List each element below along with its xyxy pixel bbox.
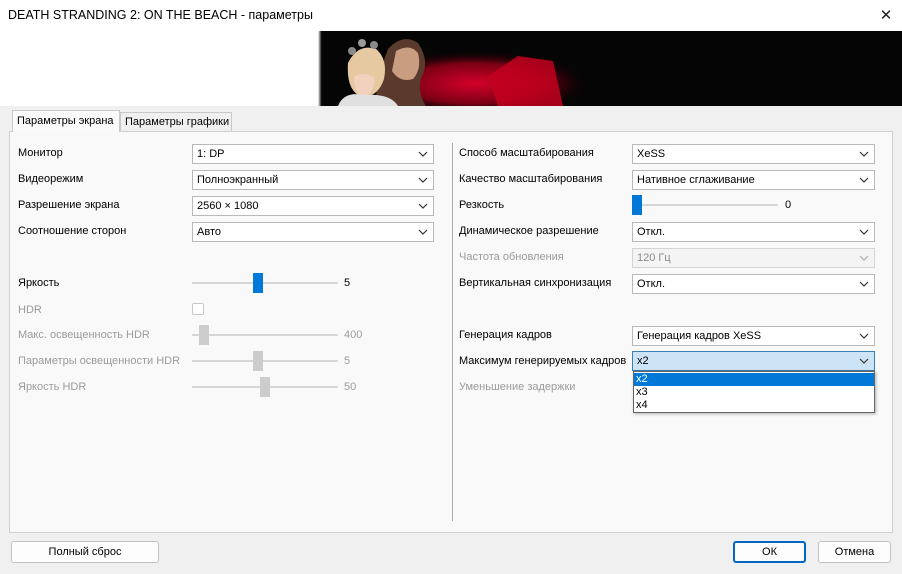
aspect-ratio-label: Соотношение сторон (18, 225, 127, 237)
hdr-label: HDR (18, 304, 42, 316)
column-divider (452, 143, 453, 521)
chevron-down-icon (418, 177, 428, 183)
chevron-down-icon (418, 229, 428, 235)
hdr-params-value: 5 (344, 355, 351, 367)
hdr-checkbox[interactable] (192, 303, 204, 315)
slider-track (192, 334, 338, 336)
upscale-quality-value: Нативное сглаживание (637, 174, 755, 186)
dropdown-option-x2[interactable]: x2 (634, 373, 874, 386)
monitor-select[interactable]: 1: DP (192, 144, 434, 164)
sharpness-label: Резкость (459, 199, 505, 211)
dynamic-resolution-value: Откл. (637, 226, 666, 238)
tab-graphics-settings[interactable]: Параметры графики (120, 112, 232, 131)
sharpness-slider[interactable] (632, 195, 778, 215)
hdr-params-slider[interactable] (192, 351, 338, 371)
tab-screen-settings[interactable]: Параметры экрана (12, 110, 120, 132)
vsync-select[interactable]: Откл. (632, 274, 875, 294)
hdr-brightness-value: 50 (344, 381, 357, 393)
chevron-down-icon (859, 281, 869, 287)
frame-generation-label: Генерация кадров (459, 329, 552, 341)
resolution-select[interactable]: 2560 × 1080 (192, 196, 434, 216)
sharpness-value: 0 (785, 199, 792, 211)
aspect-ratio-value: Авто (197, 226, 221, 238)
dropdown-option-x4[interactable]: x4 (634, 399, 874, 412)
slider-thumb[interactable] (632, 195, 642, 215)
aspect-ratio-select[interactable]: Авто (192, 222, 434, 242)
slider-thumb[interactable] (253, 273, 263, 293)
close-icon: ✕ (879, 7, 893, 24)
chevron-down-icon (418, 151, 428, 157)
chevron-down-icon (418, 203, 428, 209)
frame-generation-select[interactable]: Генерация кадров XeSS (632, 326, 875, 346)
slider-track (192, 282, 338, 284)
hdr-max-brightness-slider[interactable] (192, 325, 338, 345)
cancel-button[interactable]: Отмена (818, 541, 891, 563)
video-mode-label: Видеорежим (18, 173, 84, 185)
dynamic-resolution-label: Динамическое разрешение (459, 225, 599, 237)
resolution-value: 2560 × 1080 (197, 200, 259, 212)
hdr-brightness-slider[interactable] (192, 377, 338, 397)
hdr-max-brightness-value: 400 (344, 329, 363, 341)
upscale-method-select[interactable]: XeSS (632, 144, 875, 164)
chevron-down-icon (859, 255, 869, 261)
chevron-down-icon (859, 358, 869, 364)
ok-button[interactable]: ОК (733, 541, 806, 563)
vsync-value: Откл. (637, 278, 666, 290)
dropdown-option-x3[interactable]: x3 (634, 386, 874, 399)
hdr-max-brightness-label: Макс. освещенность HDR (18, 329, 150, 341)
slider-track (192, 360, 338, 362)
slider-thumb[interactable] (260, 377, 270, 397)
refresh-rate-select[interactable]: 120 Гц (632, 248, 875, 268)
slider-thumb[interactable] (199, 325, 209, 345)
brightness-value: 5 (344, 277, 351, 289)
header-banner (0, 31, 902, 106)
brightness-label: Яркость (18, 277, 60, 289)
frame-generation-value: Генерация кадров XeSS (637, 330, 762, 342)
max-generated-frames-label: Максимум генерируемых кадров (459, 355, 627, 367)
max-generated-frames-value: x2 (637, 355, 649, 367)
max-frames-dropdown-list: x2 x3 x4 (633, 371, 875, 413)
hdr-params-label: Параметры освещенности HDR (18, 355, 181, 367)
monitor-value: 1: DP (197, 148, 225, 160)
chevron-down-icon (859, 333, 869, 339)
slider-track (632, 204, 778, 206)
hdr-brightness-label: Яркость HDR (18, 381, 87, 393)
full-reset-button[interactable]: Полный сброс (11, 541, 159, 563)
max-generated-frames-select[interactable]: x2 (632, 351, 875, 371)
brightness-slider[interactable] (192, 273, 338, 293)
refresh-rate-value: 120 Гц (637, 252, 671, 264)
upscale-quality-select[interactable]: Нативное сглаживание (632, 170, 875, 190)
upscale-method-label: Способ масштабирования (459, 147, 594, 159)
monitor-label: Монитор (18, 147, 63, 159)
close-button[interactable]: ✕ (870, 0, 902, 31)
vsync-label: Вертикальная синхронизация (459, 277, 612, 289)
window-title: DEATH STRANDING 2: ON THE BEACH - параме… (8, 8, 313, 22)
upscale-method-value: XeSS (637, 148, 666, 160)
video-mode-select[interactable]: Полноэкранный (192, 170, 434, 190)
chevron-down-icon (859, 229, 869, 235)
video-mode-value: Полноэкранный (197, 174, 279, 186)
refresh-rate-label: Частота обновления (459, 251, 564, 263)
latency-reduction-label: Уменьшение задержки (459, 381, 576, 393)
slider-thumb[interactable] (253, 351, 263, 371)
title-bar: DEATH STRANDING 2: ON THE BEACH - параме… (0, 0, 902, 31)
resolution-label: Разрешение экрана (18, 199, 120, 211)
dynamic-resolution-select[interactable]: Откл. (632, 222, 875, 242)
banner-artwork (318, 31, 902, 106)
chevron-down-icon (859, 177, 869, 183)
chevron-down-icon (859, 151, 869, 157)
upscale-quality-label: Качество масштабирования (459, 173, 603, 185)
